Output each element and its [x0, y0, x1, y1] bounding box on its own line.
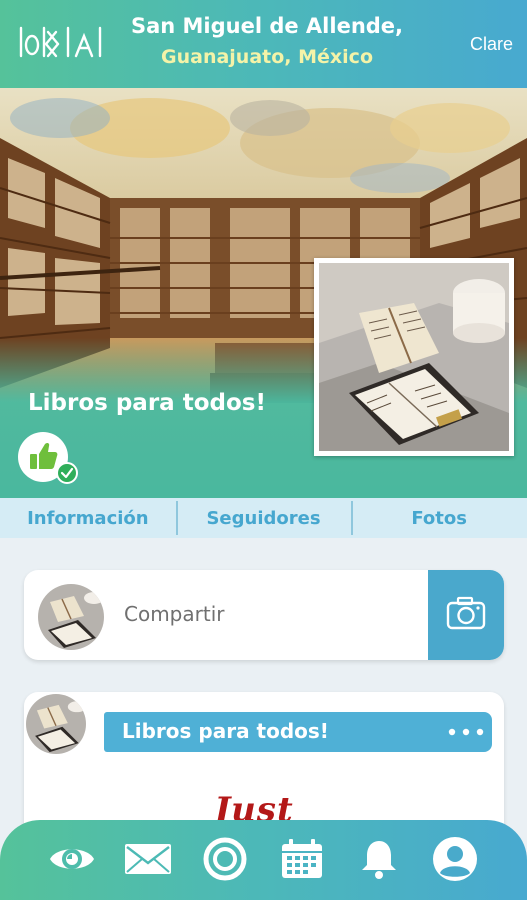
calendar-icon: [282, 839, 322, 878]
nav-eye[interactable]: [47, 836, 97, 882]
bottom-navigation: [0, 820, 527, 900]
profile-photo[interactable]: [314, 258, 514, 456]
nav-notifications[interactable]: [354, 836, 404, 882]
verified-badge: [56, 462, 78, 484]
tab-fotos[interactable]: Fotos: [351, 498, 527, 538]
user-name[interactable]: Clare: [470, 34, 513, 55]
tab-seguidores[interactable]: Seguidores: [175, 498, 352, 538]
check-icon: [60, 467, 74, 479]
post-avatar-image: [26, 694, 86, 754]
avatar[interactable]: [38, 584, 104, 650]
eye-icon: [50, 849, 94, 869]
nav-profile[interactable]: [430, 836, 480, 882]
share-composer: [24, 570, 504, 660]
post-avatar[interactable]: [26, 694, 86, 754]
app-header: San Miguel de Allende, Guanajuato, Méxic…: [0, 0, 527, 88]
profile-tabs: Información Seguidores Fotos: [0, 498, 527, 538]
camera-icon: [446, 596, 486, 630]
post-header: Libros para todos!: [104, 712, 492, 752]
nav-home[interactable]: [200, 836, 250, 882]
books-photo-image: [319, 263, 509, 451]
nav-calendar[interactable]: [277, 836, 327, 882]
location-state[interactable]: Guanajuato, México: [112, 46, 422, 68]
lokkal-logo[interactable]: [18, 24, 104, 60]
more-options-icon[interactable]: [448, 728, 484, 736]
mail-icon: [125, 844, 171, 874]
post-title[interactable]: Libros para todos!: [122, 719, 329, 743]
profile-icon: [433, 837, 477, 881]
camera-button[interactable]: [428, 570, 504, 660]
avatar-books-image: [38, 584, 104, 650]
share-input[interactable]: [124, 602, 414, 626]
cover-image-section: Libros para todos!: [0, 88, 527, 498]
page-title: Libros para todos!: [28, 390, 266, 416]
nav-messages[interactable]: [123, 836, 173, 882]
ring-icon: [203, 837, 247, 881]
bell-icon: [362, 841, 396, 879]
tab-informacion[interactable]: Información: [0, 498, 176, 538]
location-city[interactable]: San Miguel de Allende,: [112, 14, 422, 38]
